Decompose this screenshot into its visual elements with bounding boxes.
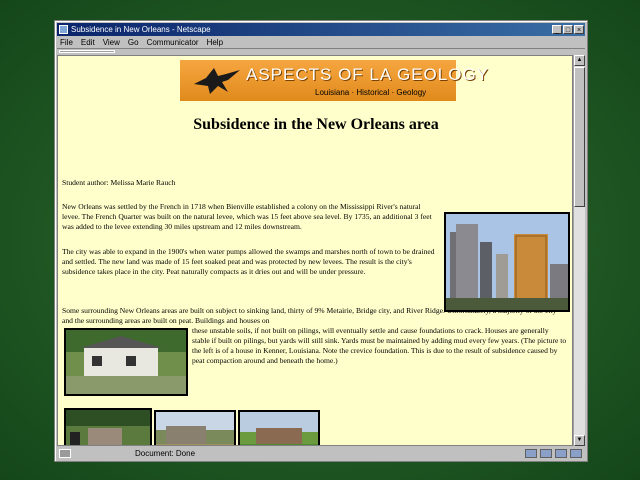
site-banner[interactable]: ASPECTS OF LA GEOLOGY Louisiana · Histor…	[180, 60, 488, 101]
menu-help[interactable]: Help	[207, 38, 223, 47]
menu-file[interactable]: File	[60, 38, 73, 47]
sinking-yard-photo-3	[238, 410, 320, 445]
discussion-icon[interactable]	[555, 448, 567, 458]
component-bar	[525, 448, 585, 458]
author-line: Student author: Melissa Marie Rauch	[62, 178, 176, 187]
menu-view[interactable]: View	[103, 38, 120, 47]
minimize-button[interactable]: _	[552, 25, 562, 34]
mail-icon[interactable]	[540, 448, 552, 458]
menu-bar: File Edit View Go Communicator Help	[57, 37, 585, 48]
close-button[interactable]: ×	[574, 25, 584, 34]
composer-icon[interactable]	[570, 448, 582, 458]
scroll-down-arrow-icon[interactable]: ▼	[574, 435, 585, 446]
yard-image-3	[240, 412, 318, 445]
menu-go[interactable]: Go	[128, 38, 139, 47]
scroll-up-arrow-icon[interactable]: ▲	[574, 55, 585, 66]
menu-edit[interactable]: Edit	[81, 38, 95, 47]
paragraph-houses: these unstable soils, if not built on pi…	[192, 326, 567, 365]
pelican-logo-icon	[194, 68, 240, 94]
paragraph-expansion: The city was able to expand in the 1900'…	[62, 247, 435, 276]
status-bar: Document: Done	[57, 447, 585, 459]
status-text: Document: Done	[135, 448, 196, 458]
new-orleans-skyline-photo	[444, 212, 570, 312]
vertical-scrollbar[interactable]: ▲ ▼	[573, 55, 585, 446]
menu-communicator[interactable]: Communicator	[147, 38, 199, 47]
yard-image-1	[66, 410, 150, 445]
toolbar-grip[interactable]	[59, 50, 115, 53]
scroll-thumb[interactable]	[574, 67, 585, 207]
yard-image-2	[156, 412, 234, 445]
netscape-icon	[59, 25, 68, 34]
sinking-yard-photo-2	[154, 410, 236, 445]
paragraph-settlement: New Orleans was settled by the French in…	[62, 202, 432, 231]
maximize-button[interactable]: □	[563, 25, 573, 34]
navigator-icon[interactable]	[525, 448, 537, 458]
page-heading: Subsidence in the New Orleans area	[193, 116, 439, 133]
title-bar[interactable]: Subsidence in New Orleans - Netscape _ □…	[57, 23, 585, 36]
banner-subtitle: Louisiana · Historical · Geology	[315, 88, 427, 97]
house-image	[66, 330, 186, 394]
browser-window: Subsidence in New Orleans - Netscape _ □…	[54, 20, 588, 462]
sinking-yard-photo-1	[64, 408, 152, 445]
security-lock-icon[interactable]	[59, 448, 71, 458]
window-title: Subsidence in New Orleans - Netscape	[71, 25, 211, 34]
page-content: ASPECTS OF LA GEOLOGY Louisiana · Histor…	[57, 55, 573, 446]
banner-title: ASPECTS OF LA GEOLOGY	[246, 65, 490, 84]
kenner-house-photo	[64, 328, 188, 396]
skyline-image	[446, 214, 568, 310]
